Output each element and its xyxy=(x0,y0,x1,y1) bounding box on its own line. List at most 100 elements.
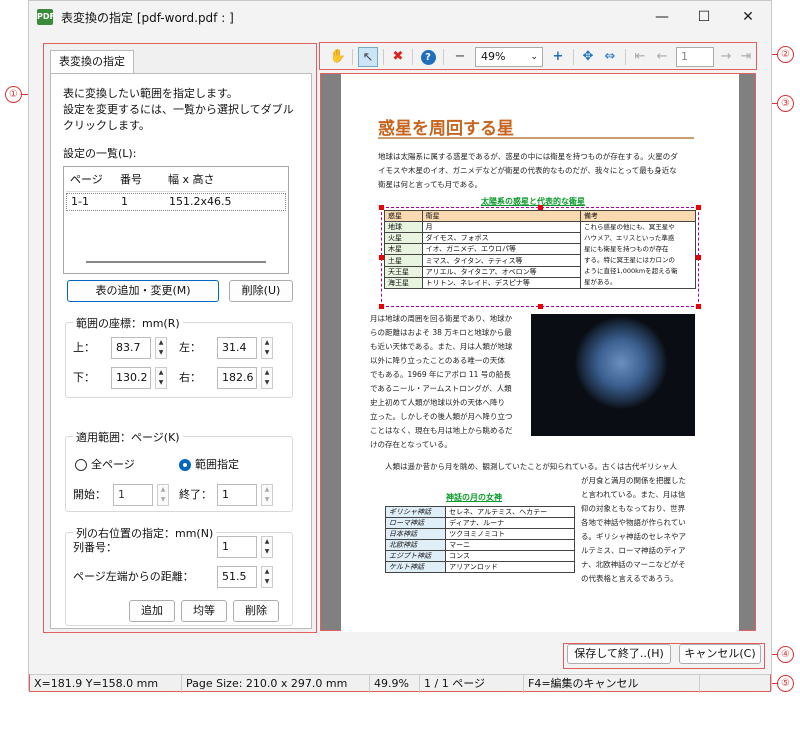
note-line: 星がある。 xyxy=(584,278,617,286)
callout-1: ① xyxy=(5,86,22,103)
doc-line: が月食と満月の関係を把握した xyxy=(581,476,686,485)
end-input[interactable]: 1 xyxy=(217,484,257,506)
page-input[interactable]: 1 xyxy=(676,47,714,67)
settings-list[interactable]: ページ 番号 幅 x 高さ 1-1 1 151.2x46.5 xyxy=(63,166,289,274)
help-icon[interactable]: ? xyxy=(418,47,438,67)
left-spinner[interactable]: ▲ ▼ xyxy=(261,337,273,359)
resize-handle[interactable] xyxy=(379,205,384,210)
last-page-icon[interactable]: ⇥ xyxy=(736,47,756,67)
list-item[interactable]: 1-1 1 151.2x46.5 xyxy=(66,193,286,211)
range-spec-label: 範囲指定 xyxy=(195,458,239,471)
table1-cell: 海王星 xyxy=(384,276,423,290)
left-input[interactable]: 31.4 xyxy=(217,337,257,359)
coordinates-label: 範囲の座標：mm(R) xyxy=(73,315,183,331)
status-hint: F4=編集のキャンセル xyxy=(524,675,700,693)
table1-cell: 木星 xyxy=(384,243,423,256)
table1-title: 太陽系の惑星と代表的な衛星 xyxy=(481,197,585,206)
column-number-spinner[interactable]: ▲ ▼ xyxy=(261,536,273,558)
tab-table-conversion[interactable]: 表変換の指定 xyxy=(50,50,134,74)
doc-line: イモスや木星のイオ、ガニメデなどが衛星の代表的なものだが、我々にとって最も身近な xyxy=(378,166,677,175)
fit-width-icon[interactable]: ⇔ xyxy=(600,47,620,67)
status-pages: 1 / 1 ページ xyxy=(420,675,524,693)
bottom-input[interactable]: 130.2 xyxy=(111,367,151,389)
doc-line: ナ、北欧神話のマーニなどがそ xyxy=(581,560,686,569)
table2-title: 神話の月の女神 xyxy=(446,493,502,502)
horizontal-scrollbar[interactable] xyxy=(86,261,266,263)
note-line: ハウメア、エリスといった準惑 xyxy=(584,234,675,242)
doc-paragraph-3: 人類は遥か昔から月を眺め、観測していたことが知られている。古くは古代ギリシャ人 xyxy=(385,462,678,471)
distance-spinner[interactable]: ▲ ▼ xyxy=(261,566,273,588)
document-viewer[interactable]: 惑星を周回する星 地球は太陽系に属する惑星であるが、惑星の中には衛星を持つものが… xyxy=(320,73,756,632)
doc-line: ことはなく、現在も月は地上から眺めるだ xyxy=(370,426,513,435)
top-input[interactable]: 83.7 xyxy=(111,337,151,359)
col-header-page[interactable]: ページ xyxy=(70,172,103,188)
doc-line: 立った。しかしその後人類が月へ降り立つ xyxy=(370,412,513,421)
resize-handle[interactable] xyxy=(696,304,701,309)
resize-handle[interactable] xyxy=(379,255,384,260)
resize-handle[interactable] xyxy=(538,304,543,309)
maximize-button[interactable]: ☐ xyxy=(684,6,724,28)
distance-input[interactable]: 51.5 xyxy=(217,566,257,588)
toolbar-separator xyxy=(383,49,384,65)
select-tool-icon[interactable]: ↖ xyxy=(358,47,378,67)
hand-tool-icon[interactable]: ✋ xyxy=(328,47,348,67)
table1-selection[interactable]: 惑星 衛星 備考 地球月 これら惑星の他にも、冥王星や ハウメア、エリスといった準惑星… xyxy=(379,205,701,309)
fit-page-icon[interactable]: ✥ xyxy=(578,47,598,67)
doc-line: ルテミス、ローマ神話のディア xyxy=(581,546,686,555)
table2-cell: 北欧神話 xyxy=(384,539,447,551)
bottom-spinner[interactable]: ▲ ▼ xyxy=(155,367,167,389)
col-header-size[interactable]: 幅 x 高さ xyxy=(168,172,215,188)
doc-line: らの距離はおよそ 38 万キロと地球から最 xyxy=(370,328,512,337)
end-spinner[interactable]: ▲ ▼ xyxy=(261,484,273,506)
note-line: する。特に冥王星にはカロンの xyxy=(584,256,675,264)
cancel-button[interactable]: キャンセル(C) xyxy=(679,644,761,664)
delete-table-button[interactable]: 削除(U) xyxy=(229,280,293,302)
dialog-window: PDF 表変換の指定 [pdf-word.pdf : ] — ☐ ✕ 表変換の指… xyxy=(28,0,772,693)
delete-column-button[interactable]: 削除 xyxy=(233,600,279,622)
table1-head: 衛星 xyxy=(421,210,582,222)
table2-cell: ディアナ、ルーナ xyxy=(445,517,575,529)
zoom-out-icon[interactable]: − xyxy=(450,47,470,67)
add-change-table-button[interactable]: 表の追加・変更(M) xyxy=(67,280,219,302)
table2-cell: ツクヨミノミコト xyxy=(445,528,575,540)
first-page-icon[interactable]: ⇤ xyxy=(630,47,650,67)
add-column-button[interactable]: 追加 xyxy=(129,600,175,622)
equal-columns-button[interactable]: 均等 xyxy=(181,600,227,622)
toolbar-separator xyxy=(573,49,574,65)
zoom-value: 49% xyxy=(481,50,506,63)
save-and-exit-button[interactable]: 保存して終了..(H) xyxy=(567,644,671,664)
zoom-in-icon[interactable]: + xyxy=(548,47,568,67)
callout-4: ④ xyxy=(777,646,794,663)
right-input[interactable]: 182.6 xyxy=(217,367,257,389)
doc-line: 史上初めて人類が地球以外の天体へ降り xyxy=(370,398,505,407)
column-number-input[interactable]: 1 xyxy=(217,536,257,558)
minimize-button[interactable]: — xyxy=(642,6,682,28)
table2-cell: セレネ、アルテミス、ヘカテー xyxy=(445,506,575,518)
col-header-number[interactable]: 番号 xyxy=(120,172,142,188)
range-spec-radio[interactable] xyxy=(179,459,191,471)
top-spinner[interactable]: ▲ ▼ xyxy=(155,337,167,359)
zoom-select[interactable]: 49% ⌄ xyxy=(475,47,543,67)
next-page-icon[interactable]: → xyxy=(716,47,736,67)
scope-label: 適用範囲：ページ(K) xyxy=(73,429,183,445)
doc-line: けの存在となっている。 xyxy=(370,440,452,449)
doc-line: であるニール・アームストロングが、人類 xyxy=(370,384,512,393)
close-button[interactable]: ✕ xyxy=(728,6,768,28)
doc-line: 地球は太陽系に属する惑星であるが、惑星の中には衛星を持つものが存在する。火星のダ xyxy=(378,152,678,161)
start-input[interactable]: 1 xyxy=(113,484,153,506)
all-pages-radio[interactable] xyxy=(75,459,87,471)
table1-head: 惑星 xyxy=(384,210,423,222)
table1-cell: ダイモス、フォボス xyxy=(421,232,582,245)
resize-handle[interactable] xyxy=(379,304,384,309)
resize-handle[interactable] xyxy=(696,205,701,210)
all-pages-label: 全ページ xyxy=(91,458,135,471)
right-spinner[interactable]: ▲ ▼ xyxy=(261,367,273,389)
table1-cell: 地球 xyxy=(384,220,423,234)
table1-cell: トリトン、ネレイド、デスピナ等 xyxy=(421,276,582,290)
start-label: 開始： xyxy=(73,488,106,501)
start-spinner[interactable]: ▲ ▼ xyxy=(157,484,169,506)
resize-handle[interactable] xyxy=(538,205,543,210)
prev-page-icon[interactable]: ← xyxy=(652,47,672,67)
delete-icon[interactable]: ✖ xyxy=(388,47,408,67)
resize-handle[interactable] xyxy=(696,255,701,260)
